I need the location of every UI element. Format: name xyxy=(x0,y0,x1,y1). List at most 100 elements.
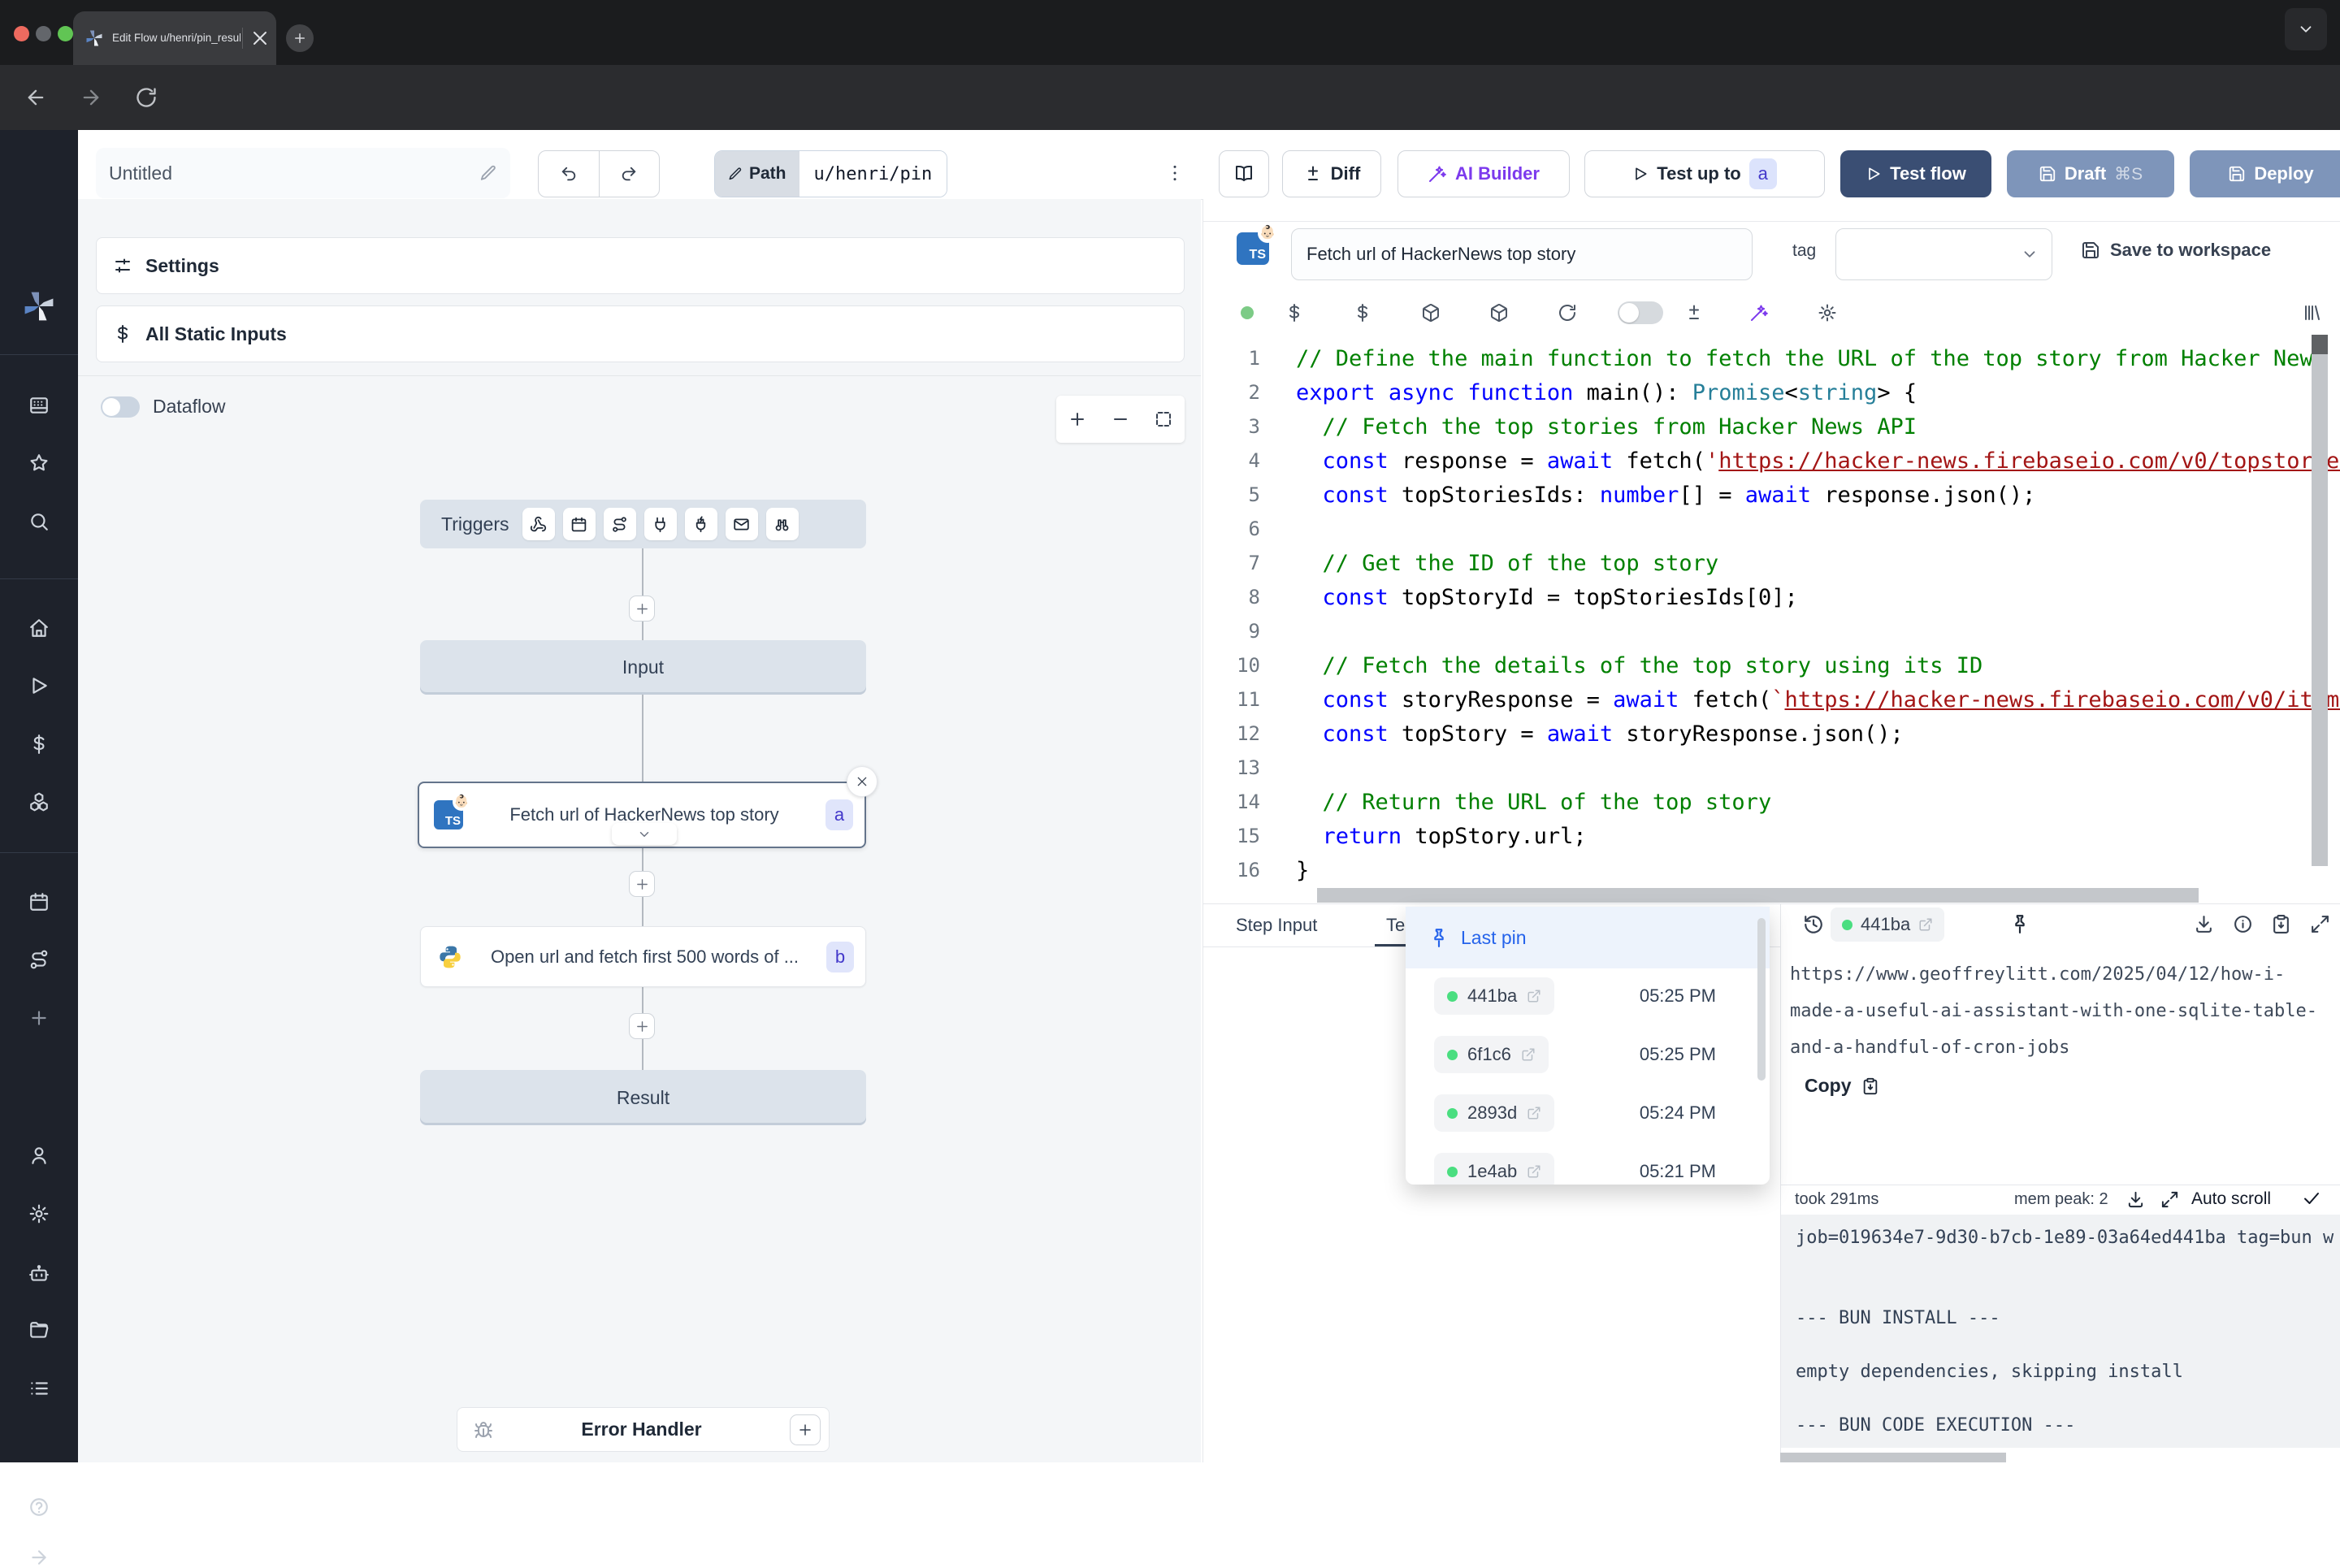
job-chip[interactable]: 441ba xyxy=(1831,907,1944,942)
code-line[interactable]: 1// Define the main function to fetch th… xyxy=(1203,341,2340,375)
code-line[interactable]: 16} xyxy=(1203,853,2340,887)
job-chip[interactable]: 2893d xyxy=(1434,1094,1554,1132)
diff-button[interactable]: Diff xyxy=(1282,150,1381,197)
step-node-b[interactable]: Open url and fetch first 500 words of ..… xyxy=(420,926,866,987)
expand-icon[interactable] xyxy=(2310,914,2330,934)
sidebar-item-arrow-right[interactable] xyxy=(28,1547,50,1568)
add-error-handler-button[interactable] xyxy=(790,1414,821,1445)
deploy-button[interactable]: Deploy xyxy=(2190,150,2340,197)
package-icon[interactable] xyxy=(1421,303,1441,323)
add-step-button[interactable] xyxy=(629,596,655,622)
zoom-in-icon[interactable] xyxy=(1068,409,1087,429)
variables-icon[interactable] xyxy=(1285,303,1304,323)
reload-button[interactable] xyxy=(135,86,158,109)
job-chip[interactable]: 1e4ab xyxy=(1434,1153,1554,1185)
docs-button[interactable] xyxy=(1219,150,1269,197)
ai-builder-button[interactable]: AI Builder xyxy=(1398,150,1570,197)
trigger-calendar-button[interactable] xyxy=(563,508,596,540)
tab-step-input[interactable]: Step Input xyxy=(1236,903,1317,946)
pin-menu-row[interactable]: 1e4ab 05:21 PM xyxy=(1406,1153,1770,1185)
redo-button[interactable] xyxy=(600,151,660,197)
zoom-out-icon[interactable] xyxy=(1111,409,1130,429)
test-flow-button[interactable]: Test flow xyxy=(1840,150,1991,197)
job-chip[interactable]: 441ba xyxy=(1434,977,1554,1015)
sidebar-item-play[interactable] xyxy=(28,675,50,696)
input-node[interactable]: Input xyxy=(420,640,866,695)
window-zoom-button[interactable] xyxy=(58,26,73,41)
sidebar-item-plus[interactable] xyxy=(28,1007,50,1029)
sidebar-item-folder-open[interactable] xyxy=(28,1320,50,1341)
diff-icon[interactable] xyxy=(1684,303,1704,323)
pin-icon[interactable] xyxy=(2009,913,2030,934)
add-step-button[interactable] xyxy=(629,871,655,897)
draft-button[interactable]: Draft ⌘S xyxy=(2007,150,2174,197)
code-line[interactable]: 11 const storyResponse = await fetch(`ht… xyxy=(1203,682,2340,717)
windmill-logo[interactable] xyxy=(21,288,57,324)
collapse-step-button[interactable] xyxy=(612,823,677,845)
ai-assistant-icon[interactable] xyxy=(1749,303,1769,323)
window-close-button[interactable] xyxy=(14,26,29,41)
sidebar-item-boxes[interactable] xyxy=(28,791,50,812)
sidebar-item-dollar-sign[interactable] xyxy=(28,734,50,755)
trigger-webhook-button[interactable] xyxy=(522,508,555,540)
back-button[interactable] xyxy=(24,86,47,109)
sidebar-item-route[interactable] xyxy=(28,949,50,970)
code-line[interactable]: 8 const topStoryId = topStoriesIds[0]; xyxy=(1203,580,2340,614)
code-line[interactable]: 14 // Return the URL of the top story xyxy=(1203,785,2340,819)
code-line[interactable]: 15 return topStory.url; xyxy=(1203,819,2340,853)
trigger-route-button[interactable] xyxy=(604,508,636,540)
flow-settings-row[interactable]: Settings xyxy=(96,237,1185,294)
all-static-inputs-row[interactable]: All Static Inputs xyxy=(96,305,1185,362)
sidebar-item-bot[interactable] xyxy=(28,1263,50,1284)
resources-icon[interactable] xyxy=(1353,303,1372,323)
flow-name-field[interactable]: Untitled xyxy=(96,148,510,198)
history-icon[interactable] xyxy=(1803,914,1824,935)
trigger-binoculars-button[interactable] xyxy=(766,508,799,540)
trigger-plug-button[interactable] xyxy=(644,508,677,540)
tag-select[interactable] xyxy=(1835,228,2052,280)
sidebar-item-calendar[interactable] xyxy=(28,891,50,912)
horizontal-scrollbar[interactable] xyxy=(1317,888,2199,903)
code-line[interactable]: 12 const topStory = await storyResponse.… xyxy=(1203,717,2340,751)
pin-menu-row[interactable]: 6f1c6 05:25 PM xyxy=(1406,1036,1770,1073)
code-line[interactable]: 4 const response = await fetch('https://… xyxy=(1203,444,2340,478)
new-tab-button[interactable] xyxy=(286,24,314,52)
dataflow-toggle[interactable] xyxy=(101,396,140,418)
path-button[interactable]: Path u/henri/pin xyxy=(714,150,947,197)
download-logs-icon[interactable] xyxy=(2126,1190,2145,1209)
last-pin-option[interactable]: Last pin xyxy=(1406,907,1770,968)
code-line[interactable]: 9 xyxy=(1203,614,2340,648)
editor-toggle[interactable] xyxy=(1618,301,1663,324)
add-step-button[interactable] xyxy=(629,1013,655,1039)
sidebar-item-settings[interactable] xyxy=(28,1203,50,1224)
sidebar-item-help-circle[interactable] xyxy=(28,1497,50,1518)
save-to-workspace-button[interactable]: Save to workspace xyxy=(2081,240,2271,261)
sidebar-item-home[interactable] xyxy=(28,617,50,639)
delete-step-button[interactable] xyxy=(847,766,878,797)
code-line[interactable]: 7 // Get the ID of the top story xyxy=(1203,546,2340,580)
reload-icon[interactable] xyxy=(1558,303,1577,323)
sidebar-item-user[interactable] xyxy=(28,1145,50,1166)
download-icon[interactable] xyxy=(2194,914,2214,934)
library-icon[interactable] xyxy=(2302,303,2321,323)
step-name-input[interactable] xyxy=(1291,228,1753,280)
clipboard-icon[interactable] xyxy=(2271,914,2291,934)
trigger-plug-zap-button[interactable] xyxy=(685,508,717,540)
forward-button[interactable] xyxy=(80,86,102,109)
sidebar-item-search[interactable] xyxy=(28,511,50,532)
triggers-node[interactable]: Triggers xyxy=(420,500,866,548)
copy-button[interactable]: Copy xyxy=(1805,1075,1879,1097)
code-editor[interactable]: 1// Define the main function to fetch th… xyxy=(1203,333,2340,902)
external-link-icon[interactable] xyxy=(1521,1047,1536,1062)
sidebar-item-list[interactable] xyxy=(28,1378,50,1399)
code-line[interactable]: 3 // Fetch the top stories from Hacker N… xyxy=(1203,409,2340,444)
pin-menu-row[interactable]: 2893d 05:24 PM xyxy=(1406,1094,1770,1132)
vertical-scrollbar[interactable] xyxy=(2312,354,2328,866)
more-options-icon[interactable] xyxy=(1164,161,1185,185)
sidebar-item-star[interactable] xyxy=(28,453,50,474)
info-icon[interactable] xyxy=(2233,914,2253,934)
code-line[interactable]: 5 const topStoriesIds: number[] = await … xyxy=(1203,478,2340,512)
code-line[interactable]: 13 xyxy=(1203,751,2340,785)
error-handler-node[interactable]: Error Handler xyxy=(457,1407,830,1452)
undo-button[interactable] xyxy=(539,151,600,197)
